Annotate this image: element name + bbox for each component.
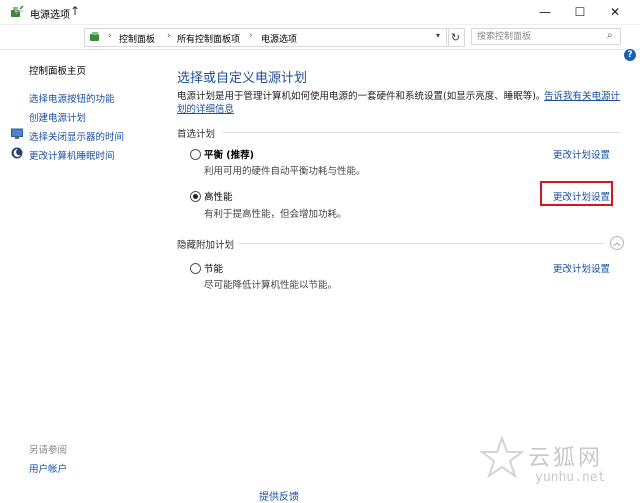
forward-arrow-icon[interactable]: →	[36, 4, 46, 18]
watermark-text: 云狐网	[528, 446, 604, 471]
breadcrumb-control-panel[interactable]: 控制面板	[119, 32, 155, 45]
hidden-plans-heading: 隐藏附加计划	[177, 240, 235, 251]
sidebar-item-display-off[interactable]: 选择关闭显示器的时间	[29, 129, 124, 143]
page-title: 选择或自定义电源计划	[177, 71, 308, 86]
sidebar-item-sleep-time[interactable]: 更改计算机睡眠时间	[29, 148, 115, 162]
recent-locations-icon[interactable]: ⌄	[56, 4, 64, 15]
close-button[interactable]: ✕	[598, 0, 632, 24]
breadcrumb-separator: ›	[167, 31, 171, 41]
collapse-chevron-icon[interactable]: ︿	[610, 236, 624, 250]
sidebar-item-power-buttons[interactable]: 选择电源按钮的功能	[29, 91, 115, 105]
back-arrow-icon[interactable]: ←	[14, 4, 24, 18]
learn-more-link-continued[interactable]: 划的详细信息	[177, 101, 234, 115]
up-arrow-icon[interactable]: ↑	[70, 4, 80, 18]
watermark-url: yunhu.net	[535, 470, 606, 485]
maximize-button[interactable]: ☐	[563, 0, 597, 24]
breadcrumb-separator: ›	[108, 31, 112, 41]
search-icon[interactable]: ⌕	[607, 30, 613, 41]
plan-name-power-saver: 节能	[204, 264, 224, 275]
monitor-icon	[11, 128, 23, 139]
breadcrumb-power-options[interactable]: 电源选项	[261, 32, 297, 45]
plan-radio-power-saver[interactable]	[190, 263, 201, 274]
change-plan-settings-balanced[interactable]: 更改计划设置	[553, 147, 610, 161]
search-input[interactable]: 搜索控制面板	[471, 28, 621, 45]
chevron-down-icon[interactable]: ▾	[436, 31, 440, 40]
radio-selected-dot	[193, 194, 198, 199]
minimize-button[interactable]: —	[528, 0, 562, 24]
control-panel-icon	[90, 32, 99, 41]
plan-name-high-performance: 高性能	[204, 192, 233, 203]
sidebar-home-link[interactable]: 控制面板主页	[29, 63, 86, 77]
plan-desc-power-saver: 尽可能降低计算机性能以节能。	[204, 280, 338, 291]
plan-desc-balanced: 利用可用的硬件自动平衡功耗与性能。	[204, 166, 366, 177]
plan-name-balanced: 平衡 (推荐)	[204, 150, 254, 161]
bottom-cut-link[interactable]: 提供反馈	[259, 488, 299, 503]
refresh-icon[interactable]: ↻	[446, 28, 465, 47]
sidebar-item-create-plan[interactable]: 创建电源计划	[29, 110, 86, 124]
plan-radio-high-performance[interactable]	[190, 191, 201, 202]
user-accounts-link[interactable]: 用户帐户	[29, 461, 67, 475]
help-icon[interactable]: ?	[624, 49, 636, 61]
learn-more-link[interactable]: 告诉我有关电源计	[544, 88, 620, 102]
highlight-box	[540, 181, 613, 206]
plan-radio-balanced[interactable]	[190, 149, 201, 160]
section-divider	[222, 132, 620, 133]
page-description: 电源计划是用于管理计算机如何使用电源的一套硬件和系统设置(如显示亮度、睡眠等)。	[177, 91, 546, 102]
change-plan-settings-power-saver[interactable]: 更改计划设置	[553, 261, 610, 275]
preferred-plans-heading: 首选计划	[177, 129, 216, 140]
breadcrumb-all-items[interactable]: 所有控制面板项	[177, 32, 240, 45]
plan-desc-high-performance: 有利于提高性能，但会增加功耗。	[204, 209, 347, 220]
moon-icon	[11, 147, 23, 159]
section-divider	[238, 243, 606, 244]
address-bar[interactable]: › 控制面板 › 所有控制面板项 › 电源选项 ▾	[84, 28, 449, 47]
breadcrumb-separator: ›	[249, 31, 253, 41]
see-also-heading: 另请参阅	[29, 445, 68, 456]
